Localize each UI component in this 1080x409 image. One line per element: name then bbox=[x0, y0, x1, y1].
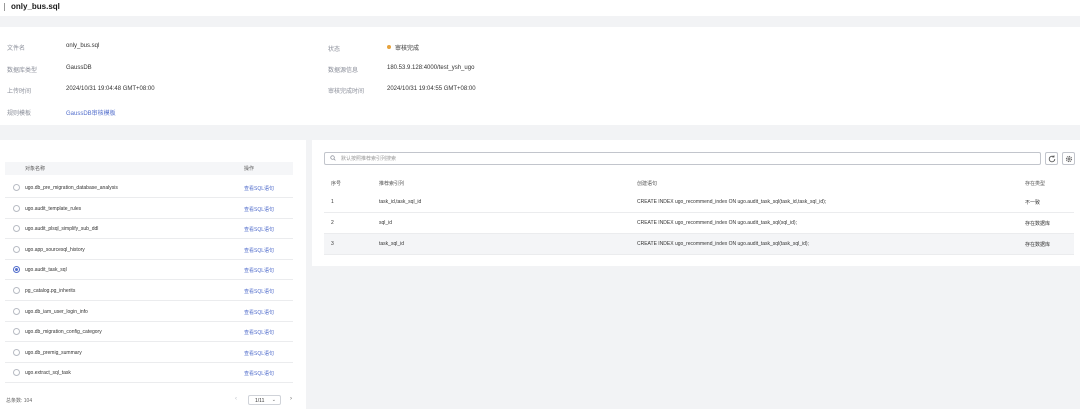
file-name-value: only_bus.sql bbox=[66, 43, 100, 49]
connection-value: 180.53.9.128:4000/test_ysh_ugo bbox=[387, 65, 475, 71]
status-text: 审核完成 bbox=[395, 46, 420, 52]
pagination: 总条数: 104 ‹ 1/11 ⌄ › bbox=[5, 395, 300, 407]
object-name: pg_catalog.pg_inherits bbox=[25, 288, 76, 294]
object-name: ugo.audit_task_sql bbox=[25, 267, 67, 274]
object-radio[interactable] bbox=[13, 204, 20, 212]
object-row[interactable]: ugo.audit_plsql_simplify_sub_ddl 查看SQL语句 bbox=[5, 219, 293, 240]
object-radio[interactable] bbox=[13, 307, 20, 315]
object-name: ugo.db_pre_migration_database_analysis bbox=[25, 185, 118, 191]
search-icon bbox=[330, 155, 336, 161]
refresh-button[interactable] bbox=[1045, 152, 1058, 165]
status-dot-icon bbox=[387, 45, 391, 50]
object-radio[interactable] bbox=[13, 225, 20, 233]
object-row[interactable]: ugo.app_sourcesql_history 查看SQL语句 bbox=[5, 240, 293, 260]
object-name: ugo.audit_plsql_simplify_sub_ddl bbox=[25, 226, 99, 233]
page-select[interactable]: 1/11 ⌄ bbox=[248, 395, 281, 405]
object-name: ugo.db_migration_config_category bbox=[25, 329, 102, 336]
page-select-value: 1/11 bbox=[255, 398, 265, 404]
object-row[interactable]: ugo.audit_template_rules 查看SQL语句 bbox=[5, 199, 293, 219]
db-type-label: 数据库类型 bbox=[7, 68, 38, 74]
refresh-icon bbox=[1048, 155, 1056, 163]
view-sql-link[interactable]: 查看SQL语句 bbox=[244, 185, 274, 192]
db-type-value: GaussDB bbox=[66, 65, 92, 71]
object-row[interactable]: pg_catalog.pg_inherits 查看SQL语句 bbox=[5, 281, 293, 301]
index-seq: 1 bbox=[331, 199, 334, 205]
page-title: only_bus.sql bbox=[11, 2, 60, 11]
column-exist-type: 存在类型 bbox=[1025, 181, 1046, 187]
view-sql-link[interactable]: 查看SQL语句 bbox=[244, 309, 274, 316]
index-row: 3 task_sql_id CREATE INDEX ugo_recommend_i… bbox=[324, 234, 1074, 255]
object-row[interactable]: ugo.db_iam_user_login_info 查看SQL语句 bbox=[5, 302, 293, 322]
object-row[interactable]: ugo.db_premig_summary 查看SQL语句 bbox=[5, 343, 293, 363]
file-info-card: 文件名 only_bus.sql 数据库类型 GaussDB 上传时间 2024… bbox=[0, 27, 1080, 125]
view-sql-link[interactable]: 查看SQL语句 bbox=[244, 247, 274, 254]
object-name: ugo.db_premig_summary bbox=[25, 349, 82, 356]
index-panel: 序号 推荐索引列 创建语句 存在类型 1 task_id,task_sql_id C… bbox=[312, 140, 1080, 266]
chevron-down-icon: ⌄ bbox=[271, 397, 276, 403]
settings-button[interactable] bbox=[1062, 152, 1075, 165]
title-accent-bar bbox=[4, 3, 5, 11]
object-radio[interactable] bbox=[13, 245, 20, 253]
index-columns: sql_id bbox=[379, 220, 393, 226]
object-name: ugo.extract_sql_task bbox=[25, 370, 71, 377]
index-table-header: 序号 推荐索引列 创建语句 存在类型 bbox=[324, 173, 1074, 193]
template-link[interactable]: GaussDB审核模板 bbox=[66, 108, 116, 117]
object-name: ugo.audit_template_rules bbox=[25, 205, 82, 212]
object-row[interactable]: ugo.db_migration_config_category 查看SQL语句 bbox=[5, 322, 293, 343]
view-sql-link[interactable]: 查看SQL语句 bbox=[244, 267, 274, 274]
object-radio[interactable] bbox=[13, 287, 20, 294]
object-table-header: 对象名称 操作 bbox=[5, 162, 293, 175]
create-statement: CREATE INDEX ugo_recommend_index ON ugo.… bbox=[637, 241, 809, 247]
object-radio[interactable] bbox=[13, 184, 20, 191]
upload-time-label: 上传时间 bbox=[7, 89, 32, 95]
column-object-name: 对象名称 bbox=[25, 166, 46, 172]
index-row: 2 sql_id CREATE INDEX ugo_recommend_index … bbox=[324, 213, 1074, 234]
object-name: ugo.db_iam_user_login_info bbox=[25, 308, 88, 315]
object-radio[interactable] bbox=[13, 266, 20, 274]
total-count: 总条数: 104 bbox=[6, 398, 33, 404]
view-sql-link[interactable]: 查看SQL语句 bbox=[244, 350, 274, 357]
view-sql-link[interactable]: 查看SQL语句 bbox=[244, 329, 274, 336]
view-sql-link[interactable]: 查看SQL语句 bbox=[244, 226, 274, 233]
object-row[interactable]: ugo.audit_task_sql 查看SQL语句 bbox=[5, 260, 293, 281]
view-sql-link[interactable]: 查看SQL语句 bbox=[244, 370, 274, 377]
object-radio[interactable] bbox=[13, 369, 20, 377]
object-list-panel: 对象名称 操作 ugo.db_pre_migration_database_an… bbox=[0, 140, 306, 409]
index-columns: task_id,task_sql_id bbox=[379, 199, 422, 205]
exist-type: 不一致 bbox=[1025, 200, 1041, 206]
status-badge: 审核完成 bbox=[387, 43, 419, 52]
template-label: 规则模板 bbox=[7, 111, 32, 117]
index-search-input[interactable] bbox=[341, 154, 1031, 163]
column-operation: 操作 bbox=[244, 166, 255, 172]
file-name-label: 文件名 bbox=[7, 46, 26, 52]
exist-type: 存在数据库 bbox=[1025, 221, 1051, 227]
index-seq: 2 bbox=[331, 220, 334, 226]
next-page-icon[interactable]: › bbox=[290, 396, 292, 402]
title-bar: only_bus.sql bbox=[0, 0, 1080, 16]
column-create-stmt: 创建语句 bbox=[637, 181, 658, 187]
prev-page-icon[interactable]: ‹ bbox=[235, 396, 237, 402]
view-sql-link[interactable]: 查看SQL语句 bbox=[244, 288, 274, 295]
finish-time-value: 2024/10/31 19:04:55 GMT+08:00 bbox=[387, 86, 476, 92]
upload-time-value: 2024/10/31 19:04:48 GMT+08:00 bbox=[66, 86, 155, 92]
view-sql-link[interactable]: 查看SQL语句 bbox=[244, 206, 274, 213]
index-seq: 3 bbox=[331, 241, 334, 247]
index-columns: task_sql_id bbox=[379, 241, 405, 247]
create-statement: CREATE INDEX ugo_recommend_index ON ugo.… bbox=[637, 220, 797, 226]
gear-icon bbox=[1065, 155, 1073, 163]
column-index-cols: 推荐索引列 bbox=[379, 181, 405, 187]
index-search-box[interactable] bbox=[324, 152, 1041, 165]
column-seq: 序号 bbox=[331, 181, 342, 187]
object-row[interactable]: ugo.db_pre_migration_database_analysis 查看… bbox=[5, 178, 293, 198]
object-row[interactable]: ugo.extract_sql_task 查看SQL语句 bbox=[5, 363, 293, 384]
exist-type: 存在数据库 bbox=[1025, 242, 1051, 248]
finish-time-label: 审核完成时间 bbox=[328, 89, 365, 95]
object-radio[interactable] bbox=[13, 328, 20, 336]
object-radio[interactable] bbox=[13, 348, 20, 356]
create-statement: CREATE INDEX ugo_recommend_index ON ugo.… bbox=[637, 199, 827, 205]
object-name: ugo.app_sourcesql_history bbox=[25, 246, 85, 253]
index-row: 1 task_id,task_sql_id CREATE INDEX ugo_rec… bbox=[324, 192, 1074, 213]
connection-label: 数据源信息 bbox=[328, 68, 359, 74]
status-label: 状态 bbox=[328, 47, 341, 53]
